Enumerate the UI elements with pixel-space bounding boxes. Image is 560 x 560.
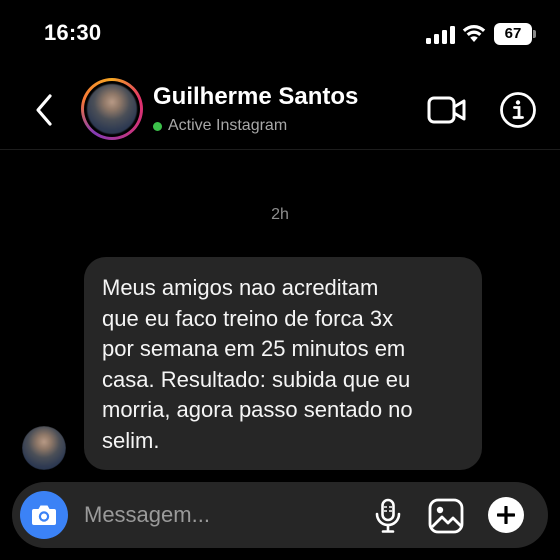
- contact-name[interactable]: Guilherme Santos: [153, 83, 358, 111]
- battery-icon: 67: [494, 23, 536, 45]
- info-button[interactable]: [499, 91, 537, 129]
- status-time: 16:30: [44, 20, 102, 45]
- avatar-photo: [87, 84, 137, 134]
- message-timestamp: 2h: [271, 206, 289, 223]
- online-indicator-icon: [153, 121, 162, 131]
- sender-avatar[interactable]: [22, 426, 66, 470]
- status-bar: 16:30 67: [0, 0, 560, 70]
- presence-status: Active Instagram: [153, 117, 287, 135]
- camera-icon: [32, 505, 56, 525]
- microphone-button[interactable]: [373, 498, 403, 534]
- wifi-icon: [462, 25, 486, 42]
- back-arrow-icon: [36, 94, 52, 126]
- battery-level: 67: [504, 25, 522, 42]
- message-composer: [12, 482, 548, 548]
- message-bubble[interactable]: Meus amigos nao acreditam que eu faco tr…: [84, 257, 482, 470]
- plus-icon: [497, 506, 515, 524]
- chat-header: Guilherme Santos Active Instagram: [0, 70, 560, 150]
- presence-text: Active Instagram: [168, 117, 288, 134]
- image-icon: [428, 498, 464, 534]
- microphone-icon: [375, 498, 401, 533]
- signal-icon: [426, 26, 455, 44]
- back-button[interactable]: [30, 90, 60, 130]
- gallery-button[interactable]: [428, 498, 464, 534]
- camera-button[interactable]: [20, 491, 68, 539]
- add-button[interactable]: [488, 497, 524, 533]
- video-camera-icon: [427, 96, 466, 124]
- contact-avatar[interactable]: [81, 78, 143, 140]
- info-icon: [500, 92, 536, 128]
- avatar-photo: [22, 426, 66, 470]
- message-input[interactable]: [84, 495, 354, 535]
- video-call-button[interactable]: [427, 95, 467, 125]
- message-text: Meus amigos nao acreditam que eu faco tr…: [102, 275, 413, 453]
